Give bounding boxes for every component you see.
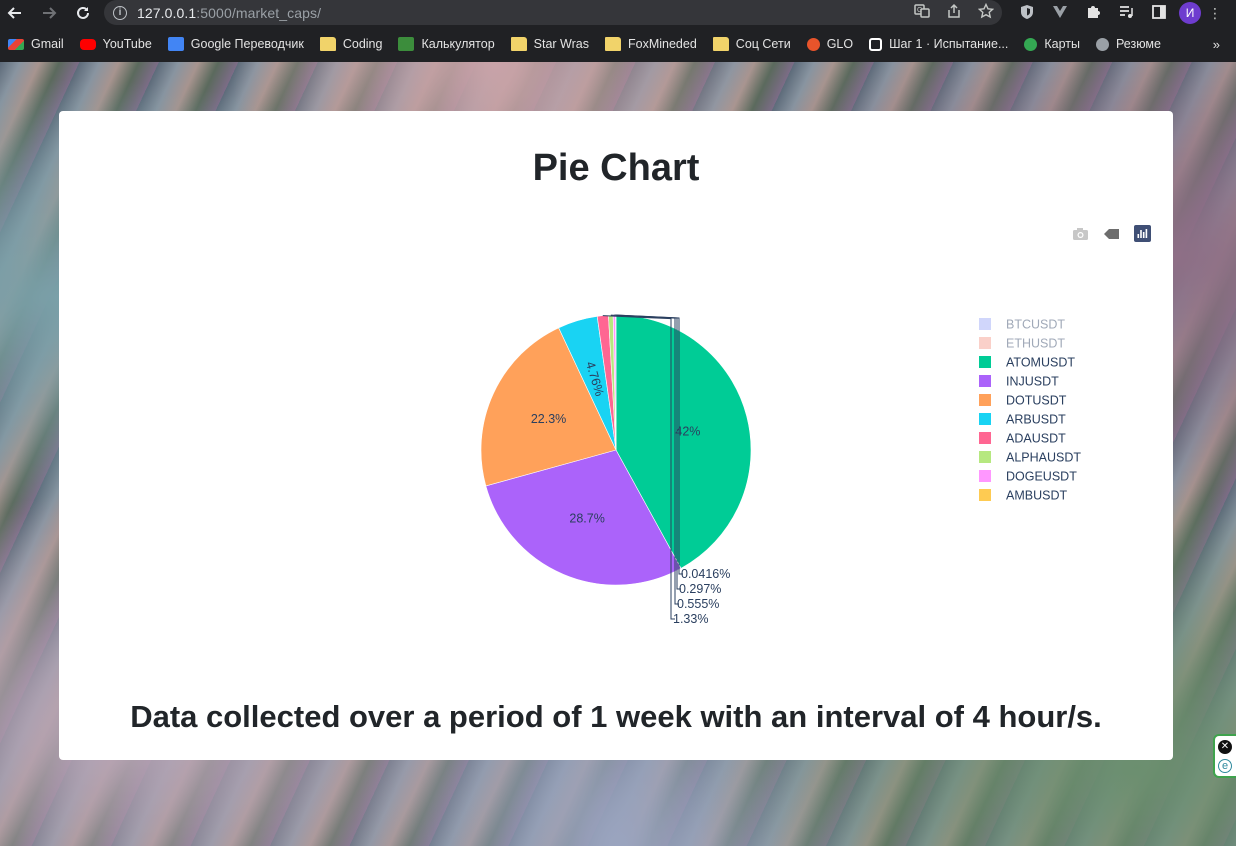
bookmark-label: FoxMineded: [628, 37, 697, 51]
legend-swatch: [979, 413, 991, 425]
bookmark-label: GLO: [826, 37, 854, 51]
page-background: Pie Chart 42% 28.7% 22.3% 4.76% 0.0416% 0.297…: [0, 62, 1236, 846]
bookmark-1[interactable]: YouTube: [79, 37, 152, 51]
slice-label: 28.7%: [569, 511, 604, 525]
legend-label: AMBUSDT: [1006, 489, 1067, 503]
bookmark-label: Gmail: [31, 37, 64, 51]
forward-arrow-icon[interactable]: [36, 0, 62, 26]
media-control-icon[interactable]: [1109, 4, 1142, 23]
legend-label: ATOMUSDT: [1006, 356, 1075, 370]
translate-page-icon[interactable]: G: [914, 3, 930, 22]
legend-item-atomusdt[interactable]: ATOMUSDT: [979, 356, 1075, 370]
bookmark-label: Star Wras: [533, 37, 589, 51]
extensions-puzzle-icon[interactable]: [1076, 4, 1109, 23]
slice-label: 0.297%: [679, 582, 721, 596]
browser-toolbar: i 127.0.0.1:5000/market_caps/ G И ⋮: [0, 0, 1236, 26]
folder-icon: [319, 37, 336, 51]
folder-icon: [510, 37, 527, 51]
legend-item-dogeusdt[interactable]: DOGEUSDT: [979, 470, 1077, 484]
bookmark-8[interactable]: GLO: [806, 37, 854, 51]
bookmark-label: Coding: [342, 37, 383, 51]
legend-swatch: [979, 489, 991, 501]
bookmark-6[interactable]: FoxMineded: [605, 37, 697, 51]
bookmark-label: Шаг 1 · Испытание...: [889, 37, 1009, 51]
bookmark-10[interactable]: Карты: [1024, 37, 1080, 51]
legend-label: INJUSDT: [1006, 375, 1059, 389]
glo-icon: [806, 37, 820, 51]
content-card: Pie Chart 42% 28.7% 22.3% 4.76% 0.0416% 0.297…: [59, 111, 1173, 760]
legend-item-alphausdt[interactable]: ALPHAUSDT: [979, 451, 1081, 465]
folder-icon: [605, 37, 621, 51]
legend-label: DOTUSDT: [1006, 394, 1067, 408]
bookmark-0[interactable]: Gmail: [8, 37, 64, 51]
slice-label: 0.555%: [677, 597, 719, 611]
legend-item-ambusdt[interactable]: AMBUSDT: [979, 489, 1067, 503]
legend-swatch: [979, 337, 991, 349]
slice-label: 1.33%: [673, 612, 708, 626]
legend-swatch: [979, 432, 991, 444]
data-collection-note: Data collected over a period of 1 week w…: [130, 699, 1102, 734]
bookmark-label: YouTube: [102, 37, 152, 51]
bookmark-5[interactable]: Star Wras: [510, 37, 589, 51]
legend-item-ethusdt[interactable]: ETHUSDT: [979, 337, 1065, 351]
slice-label: 0.0416%: [681, 567, 730, 581]
profile-avatar[interactable]: И: [1179, 2, 1201, 24]
vue-extension-icon[interactable]: [1043, 4, 1076, 23]
address-bar[interactable]: i 127.0.0.1:5000/market_caps/ G: [104, 0, 1002, 25]
bookmark-2[interactable]: Google Переводчик: [167, 37, 304, 51]
globe-icon: [1096, 37, 1109, 51]
bookmark-label: Соц Сети: [735, 37, 791, 51]
legend-label: ARBUSDT: [1006, 413, 1066, 427]
legend-label: BTCUSDT: [1006, 318, 1065, 332]
reload-icon[interactable]: [70, 0, 96, 26]
legend-label: ETHUSDT: [1006, 337, 1065, 351]
legend-item-injusdt[interactable]: INJUSDT: [979, 375, 1059, 389]
site-info-icon[interactable]: i: [113, 5, 127, 20]
gmail-icon: [8, 38, 24, 50]
legend-swatch: [979, 318, 991, 330]
floating-extension-widget[interactable]: ✕ e: [1213, 734, 1236, 778]
legend-label: DOGEUSDT: [1006, 470, 1077, 484]
pie-chart: 42%28.7%22.3%4.76%0.0416%0.297%0.555%1.3…: [480, 314, 1081, 626]
legend-swatch: [979, 470, 991, 482]
legend-item-adausdt[interactable]: ADAUSDT: [979, 432, 1066, 446]
calculator-icon: [398, 37, 415, 51]
legend-swatch: [979, 451, 991, 463]
bookmark-label: Калькулятор: [421, 37, 495, 51]
extension-e-icon[interactable]: e: [1218, 759, 1232, 773]
legend-item-arbusdt[interactable]: ARBUSDT: [979, 413, 1066, 427]
bookmark-label: Резюме: [1116, 37, 1161, 51]
legend-label: ALPHAUSDT: [1006, 451, 1081, 465]
bookmarks-overflow-icon[interactable]: »: [1213, 29, 1220, 59]
legend-swatch: [979, 394, 991, 406]
youtube-icon: [79, 38, 96, 50]
translate-icon: [167, 37, 184, 51]
bookmark-7[interactable]: Соц Сети: [712, 37, 791, 51]
close-icon[interactable]: ✕: [1218, 740, 1232, 754]
bookmark-label: Карты: [1044, 37, 1080, 51]
side-panel-icon[interactable]: [1142, 4, 1175, 23]
bookmark-4[interactable]: Калькулятор: [398, 37, 495, 51]
bookmark-9[interactable]: Шаг 1 · Испытание...: [869, 37, 1008, 51]
bookmark-label: Google Переводчик: [190, 37, 304, 51]
legend-item-dotusdt[interactable]: DOTUSDT: [979, 394, 1067, 408]
bookmark-3[interactable]: Coding: [319, 37, 383, 51]
legend-swatch: [979, 375, 991, 387]
shield-extension-icon[interactable]: [1010, 4, 1043, 23]
folder-icon: [712, 37, 729, 51]
back-arrow-icon[interactable]: [2, 0, 28, 26]
legend-label: ADAUSDT: [1006, 432, 1066, 446]
url-text[interactable]: 127.0.0.1:5000/market_caps/: [137, 5, 321, 21]
stepik-icon: [869, 37, 883, 51]
bookmark-star-icon[interactable]: [977, 2, 995, 22]
more-menu-icon[interactable]: ⋮: [1201, 5, 1229, 22]
slice-label: 22.3%: [531, 412, 566, 426]
legend-swatch: [979, 356, 991, 368]
bookmark-11[interactable]: Резюме: [1096, 37, 1161, 51]
legend-item-btcusdt[interactable]: BTCUSDT: [979, 318, 1065, 332]
share-icon[interactable]: [946, 3, 962, 22]
maps-icon: [1024, 37, 1038, 51]
bookmarks-bar: Gmail YouTube Google Переводчик Coding Кальк…: [0, 29, 1236, 59]
